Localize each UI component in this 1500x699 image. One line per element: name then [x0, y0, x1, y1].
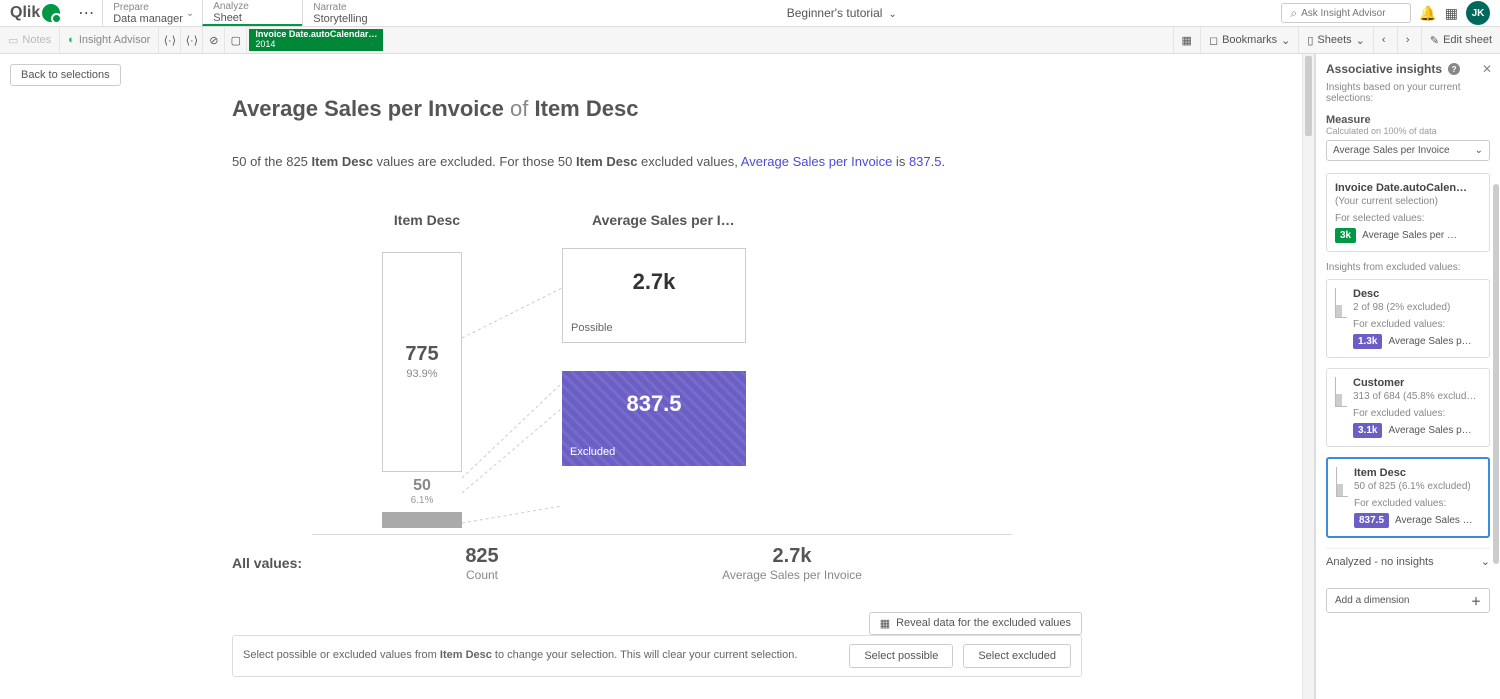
close-icon[interactable]: ✕ — [1482, 62, 1492, 76]
table-icon: ▦ — [880, 617, 890, 630]
insight-card-item-desc[interactable]: Item Desc 50 of 825 (6.1% excluded) For … — [1326, 457, 1490, 538]
reveal-data-button[interactable]: ▦ Reveal data for the excluded values — [869, 612, 1082, 635]
search-field[interactable] — [1301, 8, 1402, 19]
column-item-desc: Item Desc — [327, 212, 527, 228]
panel-scrollbar[interactable] — [1492, 184, 1500, 584]
tab-prepare-sub: Data manager — [113, 13, 192, 25]
bar-excluded-label[interactable]: 50 6.1% — [382, 472, 462, 512]
chevron-down-icon: ⌄ — [888, 9, 896, 20]
panel-title: Associative insights — [1326, 62, 1442, 76]
info-icon[interactable]: ? — [1448, 63, 1460, 75]
chevron-down-icon: ⌄ — [1475, 145, 1483, 156]
logo-mark-icon — [42, 4, 60, 22]
measure-dropdown[interactable]: Average Sales per Invoice⌄ — [1326, 140, 1490, 161]
all-count-label: Count — [382, 568, 582, 582]
chip-excluded: 1.3k — [1353, 334, 1382, 349]
tab-analyze[interactable]: Analyze Sheet — [202, 0, 302, 26]
insight-card-desc[interactable]: Desc 2 of 98 (2% excluded) For excluded … — [1326, 279, 1490, 358]
sparkline-icon — [1335, 288, 1347, 318]
bar-excluded — [382, 512, 462, 528]
bell-icon[interactable]: 🔔 — [1419, 5, 1436, 22]
insights-panel: ✕ Associative insights ? Insights based … — [1315, 54, 1500, 699]
all-avg-label: Average Sales per Invoice — [642, 568, 942, 582]
clear-selection-icon[interactable]: ⊘ — [203, 27, 225, 53]
next-sheet-button[interactable]: › — [1397, 27, 1421, 53]
chevron-down-icon: ⌄ — [1356, 34, 1365, 47]
chevron-down-icon: ⌄ — [186, 8, 194, 19]
notes-button: ▭Notes — [0, 27, 60, 53]
all-count-value: 825 — [382, 545, 582, 568]
bulb-icon: ◐ — [68, 34, 75, 46]
avatar[interactable]: JK — [1466, 1, 1490, 25]
analyzed-no-insights[interactable]: Analyzed - no insights ⌄ — [1326, 548, 1490, 574]
excluded-header: Insights from excluded values: — [1326, 262, 1490, 273]
bar-possible[interactable]: 775 93.9% — [382, 252, 462, 472]
chip-excluded: 3.1k — [1353, 423, 1382, 438]
page-title: Average Sales per Invoice of Item Desc — [232, 96, 1092, 122]
note-icon: ▭ — [8, 34, 18, 47]
summary-text: 50 of the 825 Item Desc values are exclu… — [232, 152, 1092, 172]
assets-panel-icon[interactable]: ▦ — [1173, 27, 1200, 53]
measure-sublabel: Calculated on 100% of data — [1326, 126, 1490, 136]
chip-excluded: 837.5 — [1354, 513, 1389, 528]
logo[interactable]: Qlik — [0, 4, 70, 22]
sparkline-icon — [1336, 467, 1348, 497]
insight-card-selection[interactable]: Invoice Date.autoCalen… (Your current se… — [1326, 173, 1490, 252]
excluded-value-box[interactable]: 837.5 Excluded — [562, 371, 746, 466]
plus-icon: ＋ — [1471, 593, 1481, 608]
selection-forward-icon[interactable]: ⟨·⟩ — [181, 27, 203, 53]
tab-narrate[interactable]: Narrate Storytelling — [302, 0, 402, 26]
tab-analyze-sub: Sheet — [213, 12, 292, 24]
select-possible-button[interactable]: Select possible — [849, 644, 953, 668]
measure-label: Measure — [1326, 114, 1490, 126]
sheets-button[interactable]: ▯Sheets⌄ — [1298, 27, 1373, 53]
all-values-label: All values: — [232, 555, 382, 571]
chip-selected: 3k — [1335, 228, 1356, 243]
add-dimension-button[interactable]: Add a dimension ＋ — [1326, 588, 1490, 613]
tab-narrate-sub: Storytelling — [313, 13, 392, 25]
sparkline-icon — [1335, 377, 1347, 407]
insight-advisor-button[interactable]: ◐Insight Advisor — [60, 27, 159, 53]
insight-card-customer[interactable]: Customer 313 of 684 (45.8% exclud… For e… — [1326, 368, 1490, 447]
selection-hint-bar: Select possible or excluded values from … — [232, 635, 1082, 677]
chevron-down-icon: ⌄ — [1481, 555, 1490, 568]
back-to-selections-button[interactable]: Back to selections — [10, 64, 121, 86]
chevron-down-icon: ⌄ — [1281, 34, 1290, 47]
bookmark-icon: ◻ — [1209, 34, 1218, 47]
search-icon: ⌕ — [1290, 6, 1297, 21]
select-excluded-button[interactable]: Select excluded — [963, 644, 1071, 668]
bookmarks-button[interactable]: ◻Bookmarks⌄ — [1200, 27, 1298, 53]
tab-narrate-top: Narrate — [313, 2, 392, 13]
possible-value-box[interactable]: 2.7k Possible — [562, 248, 746, 343]
edit-sheet-button[interactable]: ✎Edit sheet — [1421, 27, 1500, 53]
apps-grid-icon[interactable]: ▦ — [1445, 5, 1458, 22]
selection-tag[interactable]: Invoice Date.autoCalendar… 2014 — [249, 29, 383, 51]
all-avg-value: 2.7k — [642, 545, 942, 568]
tab-analyze-top: Analyze — [213, 1, 292, 12]
selection-back-icon[interactable]: ⟨·⟩ — [159, 27, 181, 53]
dimension-bar: 775 93.9% 50 6.1% — [382, 252, 462, 528]
pencil-icon: ✎ — [1430, 34, 1439, 47]
selection-tool-icon[interactable]: ▢ — [225, 27, 247, 53]
panel-subtitle: Insights based on your current selection… — [1326, 82, 1490, 104]
tab-prepare[interactable]: Prepare Data manager ⌄ — [102, 0, 202, 26]
sheets-icon: ▯ — [1307, 34, 1313, 47]
app-menu-icon[interactable]: ⋯ — [70, 3, 102, 23]
tab-prepare-top: Prepare — [113, 2, 192, 13]
search-input[interactable]: ⌕ — [1281, 3, 1411, 23]
prev-sheet-button[interactable]: ‹ — [1373, 27, 1397, 53]
canvas: Back to selections Average Sales per Inv… — [0, 54, 1315, 699]
scrollbar[interactable] — [1302, 54, 1314, 699]
column-avg-sales: Average Sales per I… — [592, 212, 892, 228]
app-title[interactable]: Beginner's tutorial⌄ — [402, 6, 1281, 20]
